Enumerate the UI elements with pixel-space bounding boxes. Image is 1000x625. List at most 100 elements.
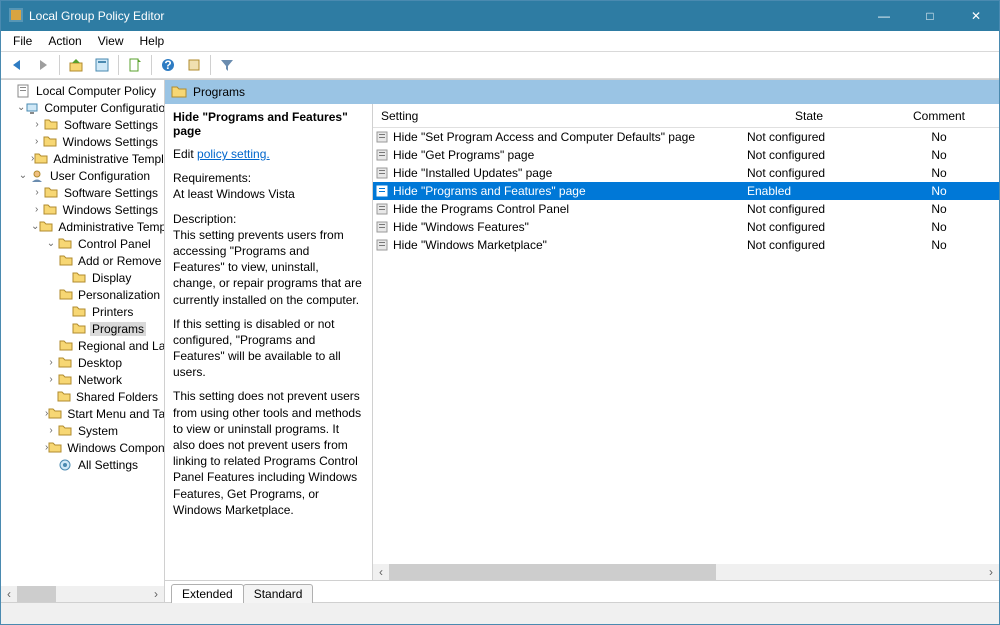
menu-file[interactable]: File [5,32,40,50]
setting-comment: No [879,130,999,144]
expander-icon[interactable]: ⌄ [17,102,25,113]
description-p3: This setting does not prevent users from… [173,388,364,518]
tree-item[interactable]: Personalization [1,286,164,303]
back-button[interactable] [5,53,29,77]
tree-item[interactable]: Local Computer Policy [1,82,164,99]
description-p2: If this setting is disabled or not confi… [173,316,364,381]
expander-icon[interactable]: › [31,119,43,130]
description-p1: This setting prevents users from accessi… [173,228,362,307]
tree-label: Desktop [76,356,124,370]
setting-comment: No [879,148,999,162]
tree-item[interactable]: ›Software Settings [1,116,164,133]
setting-row[interactable]: Hide "Get Programs" pageNot configuredNo [373,146,999,164]
tree-label: Programs [90,322,146,336]
export-button[interactable] [182,53,206,77]
refresh-button[interactable] [123,53,147,77]
tree-item[interactable]: › System [1,422,164,439]
setting-row[interactable]: Hide "Programs and Features" pageEnabled… [373,182,999,200]
expander-icon[interactable]: › [45,374,57,385]
folder-icon [57,372,73,388]
folder-icon [59,253,73,269]
tree-item[interactable]: ›Start Menu and Taskbar [1,405,164,422]
panel-title: Programs [193,85,245,99]
expander-icon[interactable]: › [45,357,57,368]
expander-icon[interactable]: › [31,204,42,215]
close-button[interactable]: ✕ [953,1,999,31]
col-comment[interactable]: Comment [879,109,999,123]
up-button[interactable] [64,53,88,77]
expander-icon[interactable]: › [45,425,57,436]
setting-row[interactable]: Hide "Windows Features"Not configuredNo [373,218,999,236]
tree-item[interactable]: Programs [1,320,164,337]
setting-row[interactable]: Hide "Set Program Access and Computer De… [373,128,999,146]
folder-icon [34,151,48,167]
folder-icon [57,236,73,252]
tree-item[interactable]: ›Windows Settings [1,201,164,218]
setting-row[interactable]: Hide the Programs Control PanelNot confi… [373,200,999,218]
tree-item[interactable]: Shared Folders [1,388,164,405]
tree-label: User Configuration [48,169,152,183]
expander-icon[interactable]: ⌄ [17,170,29,181]
tree-item[interactable]: › Desktop [1,354,164,371]
col-setting[interactable]: Setting [373,109,739,123]
titlebar: Local Group Policy Editor ― □ ✕ [1,1,999,31]
tree-item[interactable]: Display [1,269,164,286]
tab-standard[interactable]: Standard [243,584,314,603]
tree-item[interactable]: ⌄Administrative Templates [1,218,164,235]
tree-scrollbar[interactable]: ‹ › [1,586,164,602]
tree-label: Local Computer Policy [34,84,158,98]
menu-view[interactable]: View [90,32,132,50]
setting-state: Not configured [739,130,879,144]
folder-icon [39,219,53,235]
tree-item[interactable]: ⌄Computer Configuration [1,99,164,116]
view-tabs: Extended Standard [165,580,999,602]
expander-icon[interactable]: ⌄ [31,221,39,232]
toolbar: ? [1,51,999,79]
setting-label: Hide "Programs and Features" page [391,184,739,198]
tree-item[interactable]: Regional and Language [1,337,164,354]
setting-label: Hide the Programs Control Panel [391,202,739,216]
folder-icon [48,406,62,422]
menu-action[interactable]: Action [40,32,89,50]
scroll-right-icon[interactable]: › [983,564,999,580]
tree-item[interactable]: ›Windows Components [1,439,164,456]
window-title: Local Group Policy Editor [29,9,861,23]
expander-icon[interactable]: › [31,136,42,147]
help-button[interactable]: ? [156,53,180,77]
list-body[interactable]: Hide "Set Program Access and Computer De… [373,128,999,564]
tree-panel: Local Computer Policy⌄Computer Configura… [1,80,165,602]
properties-button[interactable] [90,53,114,77]
setting-row[interactable]: Hide "Installed Updates" pageNot configu… [373,164,999,182]
forward-button[interactable] [31,53,55,77]
tree-item[interactable]: ›Network [1,371,164,388]
tree-item[interactable]: ›Administrative Templates [1,150,164,167]
tree-item[interactable]: All Settings [1,456,164,473]
minimize-button[interactable]: ― [861,1,907,31]
menu-help[interactable]: Help [132,32,173,50]
tree-item[interactable]: ⌄Control Panel [1,235,164,252]
expander-icon[interactable]: › [31,187,43,198]
tree-label: Add or Remove Programs [76,254,164,268]
scroll-right-icon[interactable]: › [148,586,164,602]
tree-item[interactable]: ⌄ User Configuration [1,167,164,184]
folder-icon [42,202,57,218]
policy-tree[interactable]: Local Computer Policy⌄Computer Configura… [1,80,164,586]
col-state[interactable]: State [739,109,879,123]
expander-icon[interactable]: ⌄ [45,238,57,249]
tree-item[interactable]: Printers [1,303,164,320]
setting-label: Hide "Get Programs" page [391,148,739,162]
tree-item[interactable]: Add or Remove Programs [1,252,164,269]
tree-label: System [76,424,120,438]
maximize-button[interactable]: □ [907,1,953,31]
filter-button[interactable] [215,53,239,77]
setting-icon [373,220,391,234]
tab-extended[interactable]: Extended [171,584,244,603]
setting-row[interactable]: Hide "Windows Marketplace"Not configured… [373,236,999,254]
edit-policy-link[interactable]: policy setting. [197,147,270,161]
scroll-left-icon[interactable]: ‹ [1,586,17,602]
list-scrollbar[interactable]: ‹ › [373,564,999,580]
setting-comment: No [879,220,999,234]
tree-item[interactable]: ›Windows Settings [1,133,164,150]
tree-item[interactable]: ›Software Settings [1,184,164,201]
scroll-left-icon[interactable]: ‹ [373,564,389,580]
